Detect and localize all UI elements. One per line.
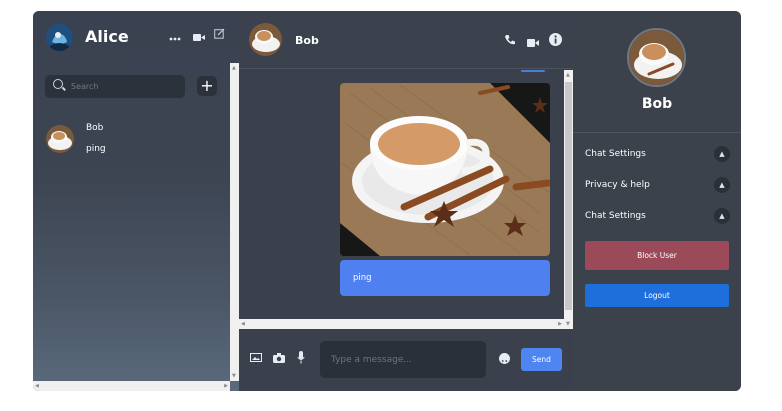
message-bubble-text[interactable]: ping bbox=[340, 260, 550, 296]
info-icon[interactable] bbox=[549, 33, 562, 49]
add-chat-button[interactable]: + bbox=[197, 76, 217, 96]
message-image[interactable] bbox=[340, 83, 550, 256]
previous-message-edge bbox=[521, 70, 545, 72]
scroll-up-arrow-icon[interactable]: ▲ bbox=[566, 72, 570, 78]
search-icon bbox=[53, 79, 63, 89]
current-user-name: Alice bbox=[85, 27, 129, 46]
mic-icon[interactable] bbox=[297, 351, 305, 367]
chat-settings-section-2[interactable]: Chat Settings ▲ bbox=[585, 208, 730, 226]
video-icon[interactable] bbox=[193, 30, 205, 44]
chat-panel: Bob ping ▲ ▼ ◀ ▶ Type a message... Send bbox=[239, 11, 573, 391]
chevron-up-icon[interactable]: ▲ bbox=[714, 177, 730, 193]
section-label: Chat Settings bbox=[585, 149, 646, 159]
compose-icon[interactable] bbox=[214, 28, 225, 42]
message-composer: Send bbox=[239, 331, 573, 391]
contact-last-message: ping bbox=[86, 144, 106, 154]
profile-avatar[interactable] bbox=[627, 28, 686, 87]
section-label: Privacy & help bbox=[585, 180, 650, 190]
send-button[interactable]: Send bbox=[521, 348, 562, 371]
chat-contact-avatar[interactable] bbox=[249, 23, 282, 56]
search-input[interactable] bbox=[71, 78, 179, 94]
scroll-left-arrow-icon[interactable]: ◀ bbox=[241, 321, 245, 327]
profile-name: Bob bbox=[641, 96, 673, 112]
phone-icon[interactable] bbox=[504, 34, 516, 49]
logout-button[interactable]: Logout bbox=[585, 284, 729, 307]
scroll-right-arrow-icon[interactable]: ▶ bbox=[224, 383, 228, 389]
chat-horizontal-scrollbar[interactable]: ◀ ▶ bbox=[239, 319, 564, 329]
sidebar-horizontal-scrollbar[interactable]: ◀ ▶ bbox=[33, 381, 230, 391]
chat-settings-section[interactable]: Chat Settings ▲ bbox=[585, 146, 730, 164]
scroll-down-arrow-icon[interactable]: ▼ bbox=[232, 373, 236, 379]
profile-header: Bob bbox=[573, 11, 741, 133]
search-bar bbox=[45, 75, 185, 98]
emoji-icon[interactable] bbox=[499, 353, 510, 366]
block-user-button[interactable]: Block User bbox=[585, 241, 729, 270]
camera-icon[interactable] bbox=[273, 353, 285, 366]
scrollbar-thumb[interactable] bbox=[565, 82, 572, 310]
chat-vertical-scrollbar[interactable]: ▲ ▼ bbox=[564, 70, 573, 329]
current-user-avatar[interactable] bbox=[46, 24, 73, 51]
scroll-down-arrow-icon[interactable]: ▼ bbox=[566, 321, 570, 327]
chat-contact-name: Bob bbox=[295, 34, 319, 47]
chevron-up-icon[interactable]: ▲ bbox=[714, 146, 730, 162]
privacy-help-section[interactable]: Privacy & help ▲ bbox=[585, 177, 730, 195]
sidebar: Alice + B bbox=[33, 11, 239, 391]
contact-avatar bbox=[46, 125, 74, 153]
video-call-icon[interactable] bbox=[527, 36, 539, 50]
chat-app-window: Alice + B bbox=[33, 11, 741, 391]
section-label: Chat Settings bbox=[585, 211, 646, 221]
chat-header: Bob bbox=[239, 11, 573, 69]
scroll-right-arrow-icon[interactable]: ▶ bbox=[558, 321, 562, 327]
more-icon[interactable] bbox=[169, 30, 181, 44]
sidebar-vertical-scrollbar[interactable]: ▲ ▼ bbox=[230, 63, 239, 381]
profile-panel: Bob Chat Settings ▲ Privacy & help ▲ Cha… bbox=[573, 11, 741, 391]
message-input[interactable] bbox=[320, 341, 486, 378]
message-list[interactable]: ping bbox=[239, 70, 573, 319]
scroll-left-arrow-icon[interactable]: ◀ bbox=[35, 383, 39, 389]
image-icon[interactable] bbox=[250, 353, 262, 365]
scroll-up-arrow-icon[interactable]: ▲ bbox=[232, 65, 236, 71]
sidebar-header: Alice bbox=[33, 11, 239, 65]
conversation-item-bob[interactable]: Bob ping bbox=[33, 119, 229, 165]
chevron-up-icon[interactable]: ▲ bbox=[714, 208, 730, 224]
contact-name: Bob bbox=[86, 123, 104, 133]
